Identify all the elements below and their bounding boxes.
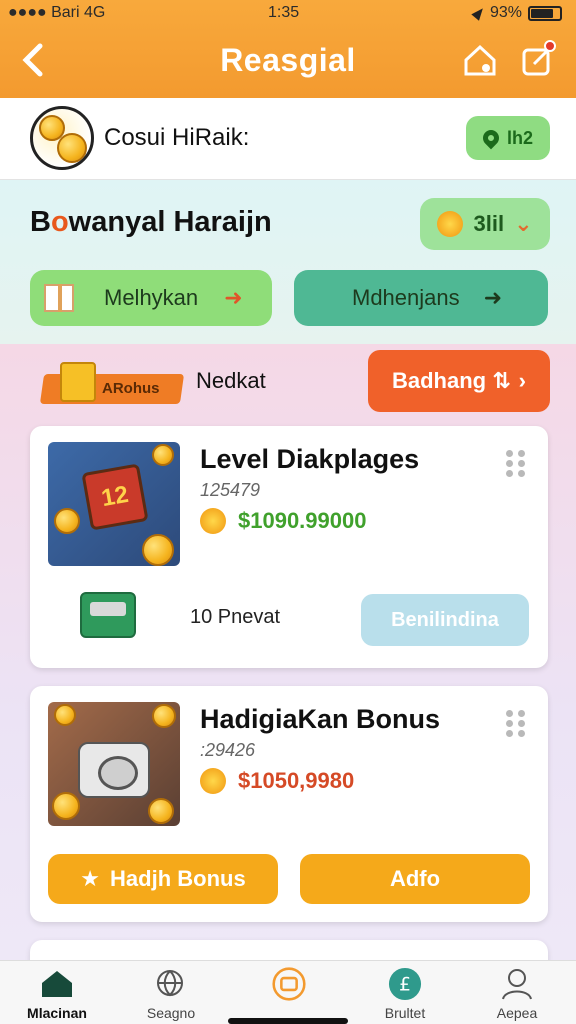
coin-icon xyxy=(54,508,80,534)
arrow-right-icon: ➜ xyxy=(483,285,503,310)
profile-name: Cosui HiRaik: xyxy=(104,124,250,151)
sun-icon xyxy=(200,768,226,794)
section-label: Nedkat xyxy=(196,368,266,393)
gift-ribbon: ARohus xyxy=(32,360,185,410)
edit-button[interactable] xyxy=(520,40,556,78)
section-rewards: Bowanyal Haraijn 3lil ⌄ Melhykan ➜ Mdhen… xyxy=(0,180,576,344)
bonus-button[interactable]: ★ Hadjh Bonus xyxy=(48,854,278,904)
notification-dot xyxy=(544,40,556,52)
sun-pill-label: 3lil xyxy=(473,211,505,236)
dice-icon: 12 xyxy=(81,463,149,531)
header-bar: ●●●● Bari 4G 1:35 93% Reasgial xyxy=(0,0,576,98)
user-icon xyxy=(500,967,534,1001)
location-badge[interactable]: lh2 xyxy=(466,116,550,160)
location-icon xyxy=(471,5,487,21)
home-button[interactable] xyxy=(462,42,498,78)
home-icon xyxy=(464,44,496,76)
card-subtitle: :29426 xyxy=(200,740,256,760)
gift-icon xyxy=(60,362,96,402)
pin-icon xyxy=(479,126,503,150)
avatar[interactable] xyxy=(30,106,94,170)
adfo-button[interactable]: Adfo xyxy=(300,854,530,904)
nav-item-wallet[interactable] xyxy=(234,967,344,1005)
card-title: HadigiaKan Bonus xyxy=(200,704,441,734)
clock: 1:35 xyxy=(268,4,300,21)
coin-icon xyxy=(148,798,174,824)
melhykan-button[interactable]: Melhykan ➜ xyxy=(30,270,272,326)
price-value: $1090.99000 xyxy=(238,508,367,533)
price-value: $1050,9980 xyxy=(238,768,355,793)
card-title: Level Diakplages xyxy=(200,444,420,474)
battery-percent: 93% xyxy=(489,4,522,21)
card-price: $1050,9980 xyxy=(200,768,354,794)
machine-icon xyxy=(80,592,136,638)
home-icon xyxy=(40,967,74,1001)
coin-icon xyxy=(152,704,176,728)
wallet-icon xyxy=(272,967,306,1001)
status-bar: ●●●● Bari 4G 1:35 93% xyxy=(0,0,576,28)
section-title: Bowanyal Haraijn xyxy=(30,206,272,239)
camera-icon xyxy=(78,742,150,798)
mdhenjans-button[interactable]: Mdhenjans ➜ xyxy=(294,270,548,326)
coin-icon xyxy=(54,704,76,726)
profile-row[interactable]: Cosui HiRaik: lh2 xyxy=(0,98,576,180)
title-rest: wanyal Haraijn xyxy=(68,206,272,238)
coin-icon xyxy=(142,534,174,566)
chevron-right-icon: › xyxy=(518,368,526,393)
chevron-down-icon: ⌄ xyxy=(514,211,533,236)
svg-text:£: £ xyxy=(399,974,411,996)
sun-dropdown[interactable]: 3lil ⌄ xyxy=(420,198,550,250)
badhang-button[interactable]: Badhang ⇅ › xyxy=(368,350,550,412)
title-prefix: B xyxy=(30,206,51,238)
star-icon: ★ xyxy=(80,866,101,891)
card-price: $1090.99000 xyxy=(200,508,366,534)
nav-label: Aepea xyxy=(496,1005,538,1021)
nav-item-search[interactable]: Seagno xyxy=(116,967,226,1021)
nav-item-wallet-pound[interactable]: £ Brultet xyxy=(350,967,460,1021)
coin-icon xyxy=(152,444,174,466)
arrow-right-icon: ➜ xyxy=(224,285,243,310)
nav-label: Brultet xyxy=(384,1005,426,1021)
coin-icon xyxy=(57,133,87,163)
bonus-button-label: Hadjh Bonus xyxy=(110,866,246,891)
pound-icon: £ xyxy=(388,967,422,1001)
card-subtitle: 125479 xyxy=(200,480,261,500)
card-thumbnail: 12 xyxy=(48,442,180,566)
melhykan-label: Melhykan xyxy=(104,285,199,310)
location-badge-label: lh2 xyxy=(506,127,533,148)
offer-card[interactable]: 12 Level Diakplages 125479 $1090.99000 1… xyxy=(30,426,548,668)
nav-item-home[interactable]: Mlacinan xyxy=(2,967,112,1021)
card-bottom-label: 10 Pnevat xyxy=(190,606,281,628)
home-indicator[interactable] xyxy=(228,1018,348,1024)
gift-icon xyxy=(44,284,74,312)
coin-icon xyxy=(52,792,80,820)
nav-item-profile[interactable]: Aepea xyxy=(462,967,572,1021)
title-highlight: o xyxy=(50,206,69,238)
ribbon-label: ARohus xyxy=(102,380,160,397)
nav-label: Mlacinan xyxy=(27,1005,87,1021)
offer-card[interactable]: HadigiaKan Bonus :29426 $1050,9980 ★ Had… xyxy=(30,686,548,922)
bottom-nav: Mlacinan Seagno £ Brultet Aepea xyxy=(0,960,576,1024)
nav-label: Seagno xyxy=(146,1005,196,1021)
badhang-label: Badhang ⇅ xyxy=(392,368,511,393)
globe-icon xyxy=(154,967,188,1001)
carrier-signal: ●●●● Bari 4G xyxy=(8,4,106,21)
drag-handle-icon[interactable] xyxy=(506,450,528,478)
benilindina-button[interactable]: Benilindina xyxy=(361,594,529,646)
card-thumbnail xyxy=(48,702,180,826)
sun-icon xyxy=(437,211,464,237)
drag-handle-icon[interactable] xyxy=(506,710,528,738)
status-right: 93% xyxy=(471,4,562,22)
mdhenjans-label: Mdhenjans xyxy=(352,285,460,310)
sun-icon xyxy=(200,508,226,534)
battery-icon xyxy=(528,5,562,21)
